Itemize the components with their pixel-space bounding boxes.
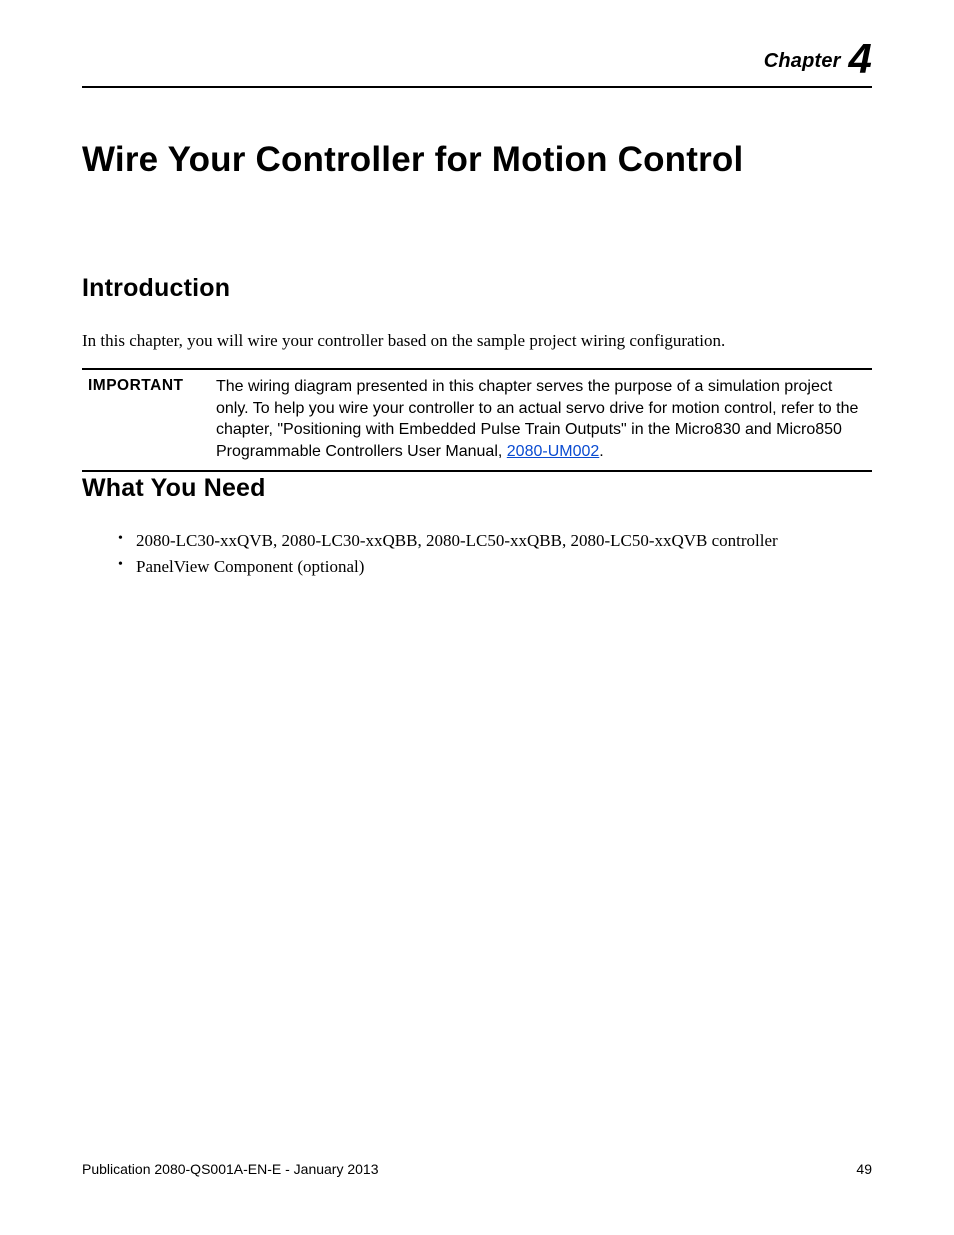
important-link[interactable]: 2080-UM002 — [507, 443, 600, 460]
important-text: The wiring diagram presented in this cha… — [216, 376, 872, 462]
section-heading-what-you-need: What You Need — [82, 474, 266, 503]
page-footer: Publication 2080-QS001A-EN-E - January 2… — [82, 1161, 872, 1177]
footer-publication: Publication 2080-QS001A-EN-E - January 2… — [82, 1161, 379, 1177]
chapter-label: Chapter 4 — [764, 38, 872, 80]
important-label: IMPORTANT — [82, 376, 216, 462]
list-item: 2080-LC30-xxQVB, 2080-LC30-xxQBB, 2080-L… — [118, 528, 872, 554]
footer-page-number: 49 — [856, 1161, 872, 1177]
chapter-number: 4 — [846, 35, 872, 82]
section-heading-introduction: Introduction — [82, 274, 230, 303]
header-rule — [82, 86, 872, 88]
introduction-paragraph: In this chapter, you will wire your cont… — [82, 330, 872, 353]
document-page: Chapter 4 Wire Your Controller for Motio… — [0, 0, 954, 1235]
list-item: PanelView Component (optional) — [118, 554, 872, 580]
page-title: Wire Your Controller for Motion Control — [82, 140, 872, 180]
important-text-after: . — [599, 443, 603, 460]
what-you-need-list: 2080-LC30-xxQVB, 2080-LC30-xxQBB, 2080-L… — [118, 528, 872, 581]
chapter-word: Chapter — [764, 50, 841, 72]
important-callout: IMPORTANT The wiring diagram presented i… — [82, 368, 872, 472]
